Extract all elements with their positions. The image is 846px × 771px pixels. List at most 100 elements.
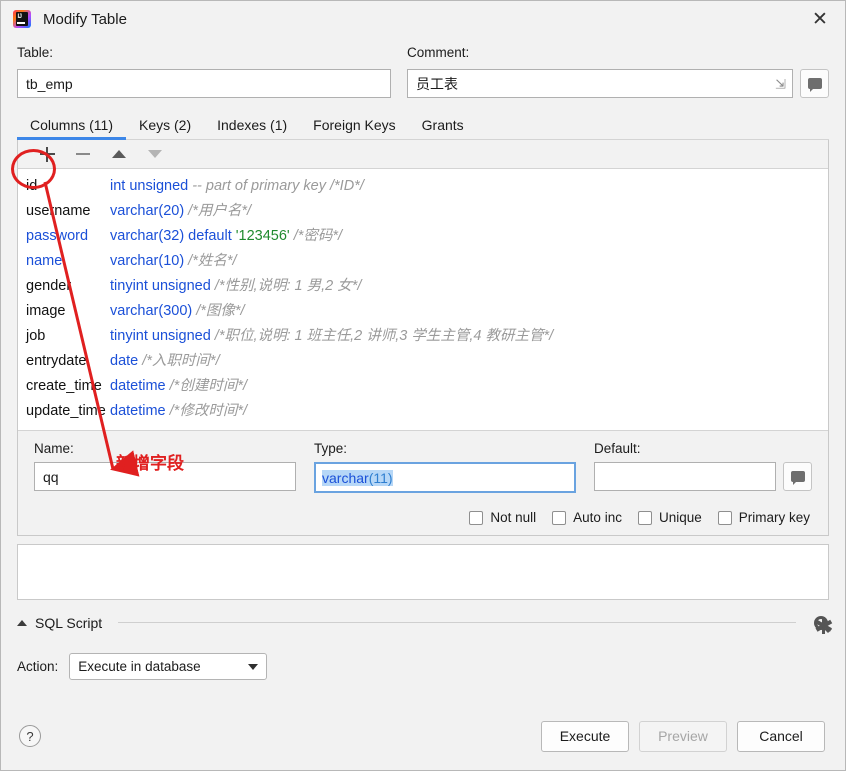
table-name-input[interactable]: tb_emp (17, 69, 391, 98)
column-default-value: '123456' (236, 228, 290, 244)
move-up-button[interactable] (110, 145, 128, 163)
chevron-down-icon (248, 664, 258, 670)
column-comment: /*图像*/ (192, 303, 244, 319)
add-column-button[interactable] (38, 145, 56, 163)
column-row[interactable]: jobtinyint unsigned /*职位,说明: 1 班主任,2 讲师,… (18, 324, 828, 349)
detail-type-group: Type: varchar(11) (314, 441, 576, 493)
column-type: varchar (110, 228, 158, 244)
checkbox-auto-inc[interactable]: Auto inc (552, 510, 622, 525)
column-row[interactable]: update_timedatetime /*修改时间*/ (18, 399, 828, 424)
column-row[interactable]: imagevarchar(300) /*图像*/ (18, 299, 828, 324)
action-select-value: Execute in database (78, 659, 200, 674)
column-name: create_time (26, 374, 110, 399)
detail-name-input[interactable]: qq (34, 462, 296, 491)
checkbox-unique[interactable]: Unique (638, 510, 702, 525)
column-flags: Not null Auto inc Unique Primary key (34, 510, 812, 525)
column-name: update_time (26, 399, 110, 424)
intellij-idea-logo-icon: IJ (13, 10, 31, 28)
column-default-keyword: default (184, 228, 236, 244)
comment-input-wrapper: 员工表 ⇲ (407, 69, 793, 98)
detail-default-input[interactable] (594, 462, 776, 491)
column-comment: /*修改时间*/ (166, 403, 247, 419)
column-comment: /*密码*/ (290, 228, 342, 244)
comment-bubble-button[interactable] (800, 69, 829, 98)
detail-type-input[interactable]: varchar(11) (314, 462, 576, 493)
divider (118, 622, 796, 623)
action-row: Action: Execute in database (17, 653, 829, 680)
execute-button[interactable]: Execute (541, 721, 629, 752)
help-button[interactable]: ? (19, 725, 41, 747)
tab-bar: Columns (11) Keys (2) Indexes (1) Foreig… (17, 110, 829, 140)
default-bubble-button[interactable] (783, 462, 812, 491)
detail-name-group: Name: qq (34, 441, 296, 493)
column-name: image (26, 299, 110, 324)
tab-grants[interactable]: Grants (409, 117, 477, 139)
expand-diagonal-icon[interactable]: ⇲ (775, 77, 786, 90)
column-type: datetime (110, 378, 166, 394)
type-word: varchar (322, 470, 369, 486)
top-form: Table: tb_emp Comment: 员工表 ⇲ (1, 37, 845, 98)
checkbox-not-null[interactable]: Not null (469, 510, 536, 525)
column-type: varchar (110, 253, 158, 269)
checkbox-label: Auto inc (573, 510, 622, 525)
tab-indexes[interactable]: Indexes (1) (204, 117, 300, 139)
remove-column-button[interactable] (74, 145, 92, 163)
column-row[interactable]: idint unsigned -- part of primary key /*… (18, 174, 828, 199)
close-icon[interactable]: ✕ (805, 5, 835, 33)
column-row[interactable]: gendertinyint unsigned /*性别,说明: 1 男,2 女*… (18, 274, 828, 299)
column-name: username (26, 199, 110, 224)
type-length: (11) (369, 470, 393, 486)
tab-foreign-keys[interactable]: Foreign Keys (300, 117, 408, 139)
modify-table-dialog: IJ Modify Table ✕ Table: tb_emp Comment:… (0, 0, 846, 771)
column-name: password (26, 224, 110, 249)
columns-editor-panel: idint unsigned -- part of primary key /*… (17, 140, 829, 536)
column-row[interactable]: passwordvarchar(32) default '123456' /*密… (18, 224, 828, 249)
columns-list[interactable]: idint unsigned -- part of primary key /*… (18, 169, 828, 430)
column-type: date (110, 353, 138, 369)
column-name: entrydate (26, 349, 110, 374)
column-row[interactable]: create_timedatetime /*创建时间*/ (18, 374, 828, 399)
column-type: varchar (110, 203, 158, 219)
gear-icon[interactable] (812, 614, 829, 631)
comment-input[interactable]: 员工表 (407, 69, 793, 98)
footer-bar: ? Execute Preview Cancel (1, 702, 845, 770)
checkbox-box (638, 511, 652, 525)
checkbox-box (718, 511, 732, 525)
comment-bubble-icon (791, 471, 805, 482)
sql-script-section: SQL Script (17, 614, 829, 631)
column-comment: /*创建时间*/ (166, 378, 247, 394)
action-label: Action: (17, 659, 58, 674)
column-extra-note: -- part of primary key (188, 178, 326, 194)
column-type-length: (32) (158, 228, 184, 244)
column-row[interactable]: namevarchar(10) /*姓名*/ (18, 249, 828, 274)
detail-default-group: Default: (594, 441, 812, 493)
column-row[interactable]: usernamevarchar(20) /*用户名*/ (18, 199, 828, 224)
column-comment: /*ID*/ (326, 178, 364, 194)
column-type-length: (20) (158, 203, 184, 219)
triangle-down-icon (148, 150, 162, 158)
title-bar: IJ Modify Table ✕ (1, 1, 845, 37)
column-comment: /*用户名*/ (184, 203, 251, 219)
column-type-length: (300) (158, 303, 192, 319)
cancel-button[interactable]: Cancel (737, 721, 825, 752)
column-type: tinyint unsigned (110, 328, 211, 344)
column-comment: /*性别,说明: 1 男,2 女*/ (211, 278, 362, 294)
checkbox-primary-key[interactable]: Primary key (718, 510, 810, 525)
table-field-group: Table: tb_emp (17, 45, 391, 98)
column-row[interactable]: entrydatedate /*入职时间*/ (18, 349, 828, 374)
column-name: id (26, 174, 110, 199)
checkbox-box (469, 511, 483, 525)
columns-toolbar (18, 140, 828, 169)
column-type: varchar (110, 303, 158, 319)
comment-label: Comment: (407, 45, 829, 63)
checkbox-label: Unique (659, 510, 702, 525)
sql-script-header[interactable]: SQL Script (17, 614, 829, 631)
window-title: Modify Table (43, 11, 127, 28)
tab-keys[interactable]: Keys (2) (126, 117, 204, 139)
caret-up-icon[interactable] (17, 620, 27, 626)
tab-columns[interactable]: Columns (11) (17, 117, 126, 139)
checkbox-label: Primary key (739, 510, 810, 525)
move-down-button[interactable] (146, 145, 164, 163)
action-select[interactable]: Execute in database (69, 653, 267, 680)
detail-default-label: Default: (594, 441, 812, 456)
